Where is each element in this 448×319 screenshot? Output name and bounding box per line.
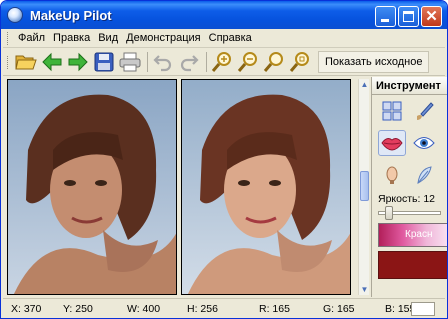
brightness-slider-knob[interactable] xyxy=(385,206,394,220)
menu-bar: Файл Правка Вид Демонстрация Справка xyxy=(3,29,445,48)
zoom-actual-icon xyxy=(289,52,309,72)
close-button[interactable]: ✕ xyxy=(421,6,442,27)
grid-icon xyxy=(382,101,402,121)
lips-tool-button[interactable] xyxy=(378,130,406,156)
menu-file[interactable]: Файл xyxy=(14,32,49,44)
brush-icon xyxy=(417,102,434,120)
zoom-out-icon xyxy=(237,52,257,72)
zoom-in-icon xyxy=(211,52,231,72)
brush-tool-button[interactable] xyxy=(410,98,438,124)
feather-icon xyxy=(417,166,432,184)
redo-icon xyxy=(180,55,199,72)
status-height: H: 256 xyxy=(187,302,218,315)
zoom-fit-icon xyxy=(263,52,283,72)
window-title: MakeUp Pilot xyxy=(30,7,112,23)
brightness-slider[interactable] xyxy=(378,206,441,220)
printer-icon xyxy=(119,52,141,72)
back-button[interactable] xyxy=(40,50,64,74)
status-green: G: 165 xyxy=(323,302,355,315)
tool-row xyxy=(372,95,447,127)
scroll-up-icon[interactable]: ▲ xyxy=(359,79,370,90)
toolbar: Показать исходное xyxy=(3,49,445,76)
tool-row xyxy=(372,159,447,191)
toolbar-separator xyxy=(206,52,207,72)
zoom-out-button[interactable] xyxy=(236,50,260,74)
status-width: W: 400 xyxy=(127,302,161,315)
zoom-actual-button[interactable] xyxy=(288,50,312,74)
app-window: MakeUp Pilot ✕ Файл Правка Вид Демонстра… xyxy=(0,0,448,319)
maximize-button[interactable] xyxy=(398,6,419,27)
feather-tool-button[interactable] xyxy=(410,162,438,188)
color-gradient-picker[interactable]: Красн xyxy=(378,223,447,247)
close-icon: ✕ xyxy=(425,8,438,25)
zoom-fit-button[interactable] xyxy=(262,50,286,74)
scroll-down-icon[interactable]: ▼ xyxy=(359,284,370,295)
eye-tool-button[interactable] xyxy=(410,130,438,156)
arrow-right-icon xyxy=(68,52,88,72)
status-x: X: 370 xyxy=(11,302,42,315)
portrait-photo-processed xyxy=(182,80,350,294)
tool-panel-title: Инструмент xyxy=(372,77,447,95)
menu-edit[interactable]: Правка xyxy=(49,32,94,44)
window-controls: ✕ xyxy=(375,6,442,27)
forward-button[interactable] xyxy=(66,50,90,74)
tool-row xyxy=(372,127,447,159)
menu-demo[interactable]: Демонстрация xyxy=(122,32,205,44)
scrollbar-thumb[interactable] xyxy=(360,171,369,201)
eye-icon xyxy=(413,137,435,149)
toolbar-grip[interactable] xyxy=(7,55,10,69)
menu-help[interactable]: Справка xyxy=(205,32,256,44)
print-button[interactable] xyxy=(118,50,142,74)
processed-photo[interactable] xyxy=(181,79,351,295)
brightness-label: Яркость: 12 xyxy=(378,193,436,205)
zoom-in-button[interactable] xyxy=(210,50,234,74)
blush-brush-icon xyxy=(386,166,398,184)
image-canvas xyxy=(7,79,355,295)
menu-grip[interactable] xyxy=(7,31,10,45)
color-preview-box xyxy=(411,302,435,316)
title-bar[interactable]: MakeUp Pilot ✕ xyxy=(1,1,447,29)
redo-button[interactable] xyxy=(177,50,201,74)
app-logo-icon[interactable] xyxy=(7,7,23,23)
arrow-left-icon xyxy=(42,52,62,72)
open-folder-button[interactable] xyxy=(14,50,38,74)
original-photo[interactable] xyxy=(7,79,177,295)
open-folder-icon xyxy=(15,55,37,70)
panel-scrollbar[interactable]: ▲ ▼ xyxy=(358,79,369,295)
blush-tool-button[interactable] xyxy=(378,162,406,188)
maximize-icon xyxy=(403,11,414,22)
status-bar: X: 370 Y: 250 W: 400 H: 256 R: 165 G: 16… xyxy=(3,298,445,318)
toolbar-separator xyxy=(147,52,148,72)
portrait-photo-original xyxy=(8,80,176,294)
show-original-button[interactable]: Показать исходное xyxy=(318,51,430,73)
lips-icon xyxy=(381,138,403,151)
status-red: R: 165 xyxy=(259,302,290,315)
selected-color-swatch[interactable] xyxy=(378,251,447,279)
menu-view[interactable]: Вид xyxy=(94,32,122,44)
color-name-label: Красн xyxy=(405,229,433,240)
floppy-disk-icon xyxy=(94,52,114,72)
status-y: Y: 250 xyxy=(63,302,93,315)
save-button[interactable] xyxy=(92,50,116,74)
tool-panel: Инструмент Яркость: 12 Красн xyxy=(371,77,447,297)
undo-button[interactable] xyxy=(151,50,175,74)
minimize-icon xyxy=(381,19,389,22)
grid-tool-button[interactable] xyxy=(378,98,406,124)
undo-icon xyxy=(153,55,172,72)
minimize-button[interactable] xyxy=(375,6,396,27)
